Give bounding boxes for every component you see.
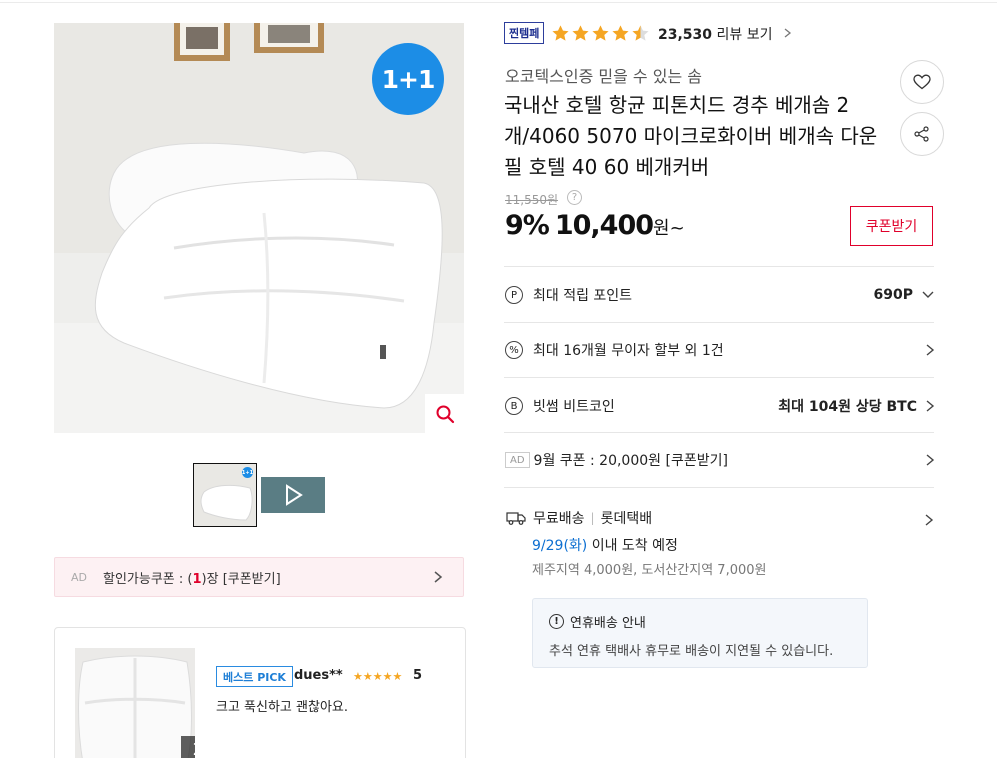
percent-icon: % — [505, 341, 523, 359]
star-icon — [572, 24, 589, 41]
chevron-down-icon — [922, 291, 934, 298]
carrier-label: 롯데택배 — [600, 511, 653, 527]
truck-icon — [506, 512, 526, 525]
points-value: 690P — [873, 287, 913, 303]
point-icon: P — [505, 286, 523, 304]
best-pick-badge: 베스트 PICK — [216, 666, 293, 687]
points-value-group: 690P — [874, 287, 935, 303]
top-border — [0, 0, 997, 3]
star-icon — [632, 24, 649, 41]
magnifier-icon — [436, 405, 454, 423]
delivery-estimate: 9/29(화) 이내 도착 예정 — [532, 535, 678, 555]
divider — [504, 322, 934, 323]
coupon-count: 1 — [192, 571, 202, 587]
notice-title-row: ! 연휴배송 안내 — [549, 612, 851, 631]
review-card[interactable]: 2 베스트 PICK dues** ★★★★★ 5 크고 푹신하고 괜찮아요. — [54, 627, 466, 758]
review-score: 5 — [413, 668, 423, 683]
star-icon — [612, 24, 629, 41]
holiday-shipping-notice: ! 연휴배송 안내 추석 연휴 택배사 휴무로 배송이 지연될 수 있습니다. — [532, 598, 868, 668]
divider — [504, 487, 934, 488]
review-link-label: 리뷰 보기 — [716, 27, 773, 43]
product-title: 국내산 호텔 항균 피톤치드 경추 베개솜 2개/4060 5070 마이크로화… — [504, 93, 878, 179]
discount-rate: 9% — [505, 210, 550, 241]
coupon-bar-prefix: 할인가능쿠폰 : ( — [103, 571, 193, 587]
bitcoin-value: 최대 104원 상당 BTC — [778, 399, 917, 415]
chevron-right-icon — [926, 344, 935, 356]
delivery-suffix: 이내 도착 예정 — [587, 538, 678, 554]
review-stars: ★★★★★ — [353, 670, 403, 683]
bitcoin-icon: B — [505, 397, 523, 415]
divider — [504, 266, 934, 267]
notice-title: 연휴배송 안내 — [570, 616, 646, 631]
extra-shipping-fee: 제주지역 4,000원, 도서산간지역 7,000원 — [532, 563, 767, 578]
chevron-right-icon — [926, 454, 935, 466]
shipping-line: 무료배송 | 롯데택배 — [506, 508, 652, 528]
free-shipping-label: 무료배송 — [533, 511, 585, 527]
review-photo[interactable]: 2 — [75, 648, 195, 758]
get-coupon-button[interactable]: 쿠폰받기 — [850, 206, 933, 246]
bitcoin-row[interactable]: B 빗썸 비트코인 최대 104원 상당 BTC — [505, 392, 935, 420]
one-plus-one-badge: 1+1 — [372, 43, 444, 115]
delivery-date: 9/29(화) — [532, 538, 588, 554]
installment-arrow-group — [925, 343, 935, 357]
september-coupon-row[interactable]: AD 9월 쿠폰 : 20,000원 [쿠폰받기] — [505, 446, 935, 474]
star-icon — [552, 24, 569, 41]
coupon-bar-text: 할인가능쿠폰 : (1)장 [쿠폰받기] — [103, 568, 281, 587]
store-badge[interactable]: 찐템페 — [504, 22, 545, 44]
notice-body: 추석 연휴 택배사 휴무로 배송이 지연될 수 있습니다. — [549, 644, 834, 659]
price-help-icon[interactable]: ? — [567, 190, 582, 205]
divider — [504, 432, 934, 433]
zoom-button[interactable] — [425, 394, 464, 433]
share-icon — [914, 126, 929, 142]
heart-icon — [913, 74, 931, 90]
rating-stars — [551, 22, 650, 44]
price-line: 9% 10,400 원~ — [505, 210, 685, 241]
bitcoin-value-group: 최대 104원 상당 BTC — [778, 396, 935, 416]
wishlist-button[interactable] — [900, 60, 944, 104]
product-subtitle: 오코텍스인증 믿을 수 있는 솜 — [505, 67, 702, 86]
shipping-chevron-right-icon[interactable] — [924, 513, 934, 527]
play-icon — [286, 484, 303, 506]
price-unit: 원~ — [653, 218, 685, 239]
ad-tag: AD — [505, 452, 530, 468]
original-price: 11,550원 — [505, 193, 559, 207]
installment-row[interactable]: % 최대 16개월 무이자 할부 외 1건 — [505, 336, 935, 364]
bitcoin-label: 빗썸 비트코인 — [533, 399, 615, 415]
coupon-bar-suffix: )장 [쿠폰받기] — [201, 571, 281, 587]
review-text: 크고 푹신하고 괜찮아요. — [216, 700, 348, 715]
thumbnail-1[interactable]: 1+1 — [193, 463, 257, 527]
separator: | — [590, 511, 595, 525]
exclamation-icon: ! — [549, 614, 564, 629]
star-icon — [592, 24, 609, 41]
september-coupon-arrow-group — [925, 453, 935, 467]
installment-label: 최대 16개월 무이자 할부 외 1건 — [533, 343, 724, 359]
points-label: 최대 적립 포인트 — [533, 288, 633, 304]
chevron-right-icon — [434, 571, 443, 583]
share-button[interactable] — [900, 112, 944, 156]
thumbnail-badge: 1+1 — [242, 467, 253, 478]
chevron-right-icon — [784, 28, 791, 38]
divider — [504, 377, 934, 378]
points-row[interactable]: P 최대 적립 포인트 690P — [505, 281, 935, 309]
september-coupon-label: 9월 쿠폰 : 20,000원 [쿠폰받기] — [533, 453, 728, 469]
reviewer-name: dues** — [294, 668, 343, 683]
chevron-right-icon — [926, 400, 935, 412]
review-count: 23,530 — [658, 27, 713, 43]
ad-label: AD — [71, 570, 87, 584]
thumbnail-video[interactable] — [261, 477, 325, 513]
review-pillow-image — [75, 648, 195, 758]
sale-price: 10,400 — [554, 210, 654, 241]
review-photo-count: 2 — [181, 736, 195, 758]
review-summary-link[interactable]: 23,530 리뷰 보기 — [658, 24, 793, 44]
discount-coupon-bar[interactable]: AD 할인가능쿠폰 : (1)장 [쿠폰받기] — [54, 557, 464, 597]
